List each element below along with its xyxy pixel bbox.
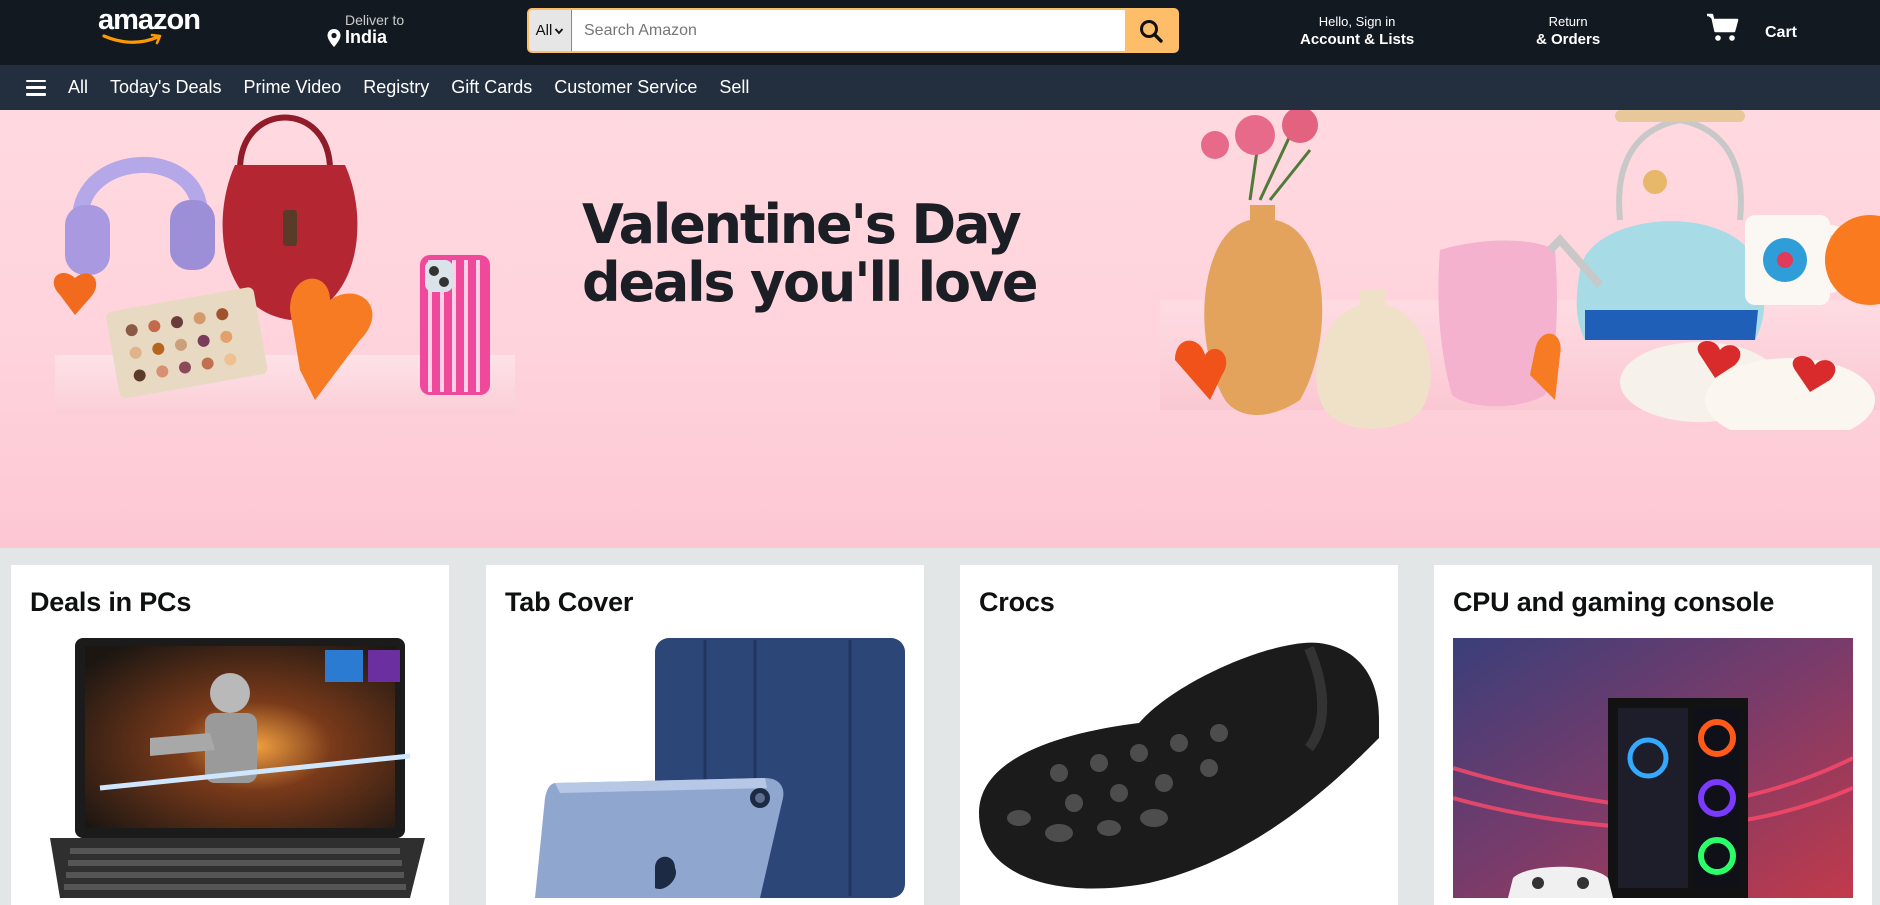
deliver-to[interactable]: Deliver to India [326, 12, 404, 48]
account-label: Account & Lists [1300, 31, 1415, 48]
top-header: amazon Deliver to India All Search Amazo… [0, 0, 1880, 65]
cart-label: Cart [1765, 24, 1798, 41]
kettle-image [1547, 110, 1765, 340]
hamburger-menu-icon[interactable] [26, 79, 46, 96]
nav-item-customer-service[interactable]: Customer Service [554, 77, 697, 98]
gaming-pc-image [1453, 638, 1853, 898]
magnifier-icon [1140, 19, 1163, 43]
hero-banner[interactable]: Valentine's Day deals you'll love [0, 110, 1880, 548]
card-title: Crocs [979, 587, 1055, 617]
nav-item-sell[interactable]: Sell [719, 77, 749, 98]
card-title: Tab Cover [505, 587, 634, 617]
slippers-image [1620, 340, 1875, 430]
nav-item-all[interactable]: All [68, 77, 88, 98]
deliver-label: Deliver to [345, 12, 405, 28]
card-tab-cover[interactable]: Tab Cover [486, 565, 924, 905]
search-input[interactable] [571, 10, 1126, 51]
search-category-select[interactable]: All [529, 10, 572, 51]
shopping-cart-icon [1707, 13, 1739, 41]
search-button[interactable] [1125, 10, 1177, 51]
nav-bar: All Today's Deals Prime Video Registry G… [0, 65, 1880, 110]
hero-title: Valentine's Day deals you'll love [582, 193, 1038, 314]
headphones-image [65, 156, 215, 275]
hero-products-right-image [1175, 110, 1880, 430]
chevron-down-icon [555, 27, 564, 34]
card-title: CPU and gaming console [1453, 587, 1775, 617]
nav-item-registry[interactable]: Registry [363, 77, 429, 98]
search-bar: All [527, 8, 1179, 53]
account-lists[interactable]: Hello, Sign in Account & Lists [1300, 14, 1414, 48]
card-crocs[interactable]: Crocs [960, 565, 1398, 905]
flowers-image [1201, 110, 1318, 201]
card-deals-in-pcs[interactable]: Deals in PCs [11, 565, 449, 905]
eyeshadow-palette-image [106, 287, 268, 399]
crocs-shoe-image [979, 642, 1379, 889]
orders-label: & Orders [1536, 31, 1601, 48]
mug-image [1745, 215, 1880, 305]
logo-smile-icon [102, 33, 162, 45]
returns-orders[interactable]: Return & Orders [1536, 14, 1600, 48]
cart-button[interactable]: Cart [1705, 12, 1797, 44]
hero-products-left-image [53, 114, 490, 400]
search-category-label: All [535, 22, 553, 39]
card-title: Deals in PCs [30, 587, 192, 617]
deliver-country: India [345, 27, 388, 47]
account-greeting: Hello, Sign in [1318, 14, 1396, 29]
card-cpu-and-gaming-console[interactable]: CPU and gaming console [1434, 565, 1872, 905]
nav-item-gift-cards[interactable]: Gift Cards [451, 77, 532, 98]
hero-title-line1: Valentine's Day [582, 193, 1022, 256]
returns-label: Return [1548, 14, 1588, 29]
tablet-cover-image [535, 638, 905, 898]
nav-item-prime-video[interactable]: Prime Video [244, 77, 342, 98]
location-pin-icon [327, 28, 341, 47]
nav-item-todays-deals[interactable]: Today's Deals [110, 77, 222, 98]
amazon-logo[interactable]: amazon [98, 4, 201, 45]
hero-title-line2: deals you'll love [582, 251, 1038, 314]
phone-case-image [420, 255, 490, 395]
laptop-image [50, 638, 425, 898]
